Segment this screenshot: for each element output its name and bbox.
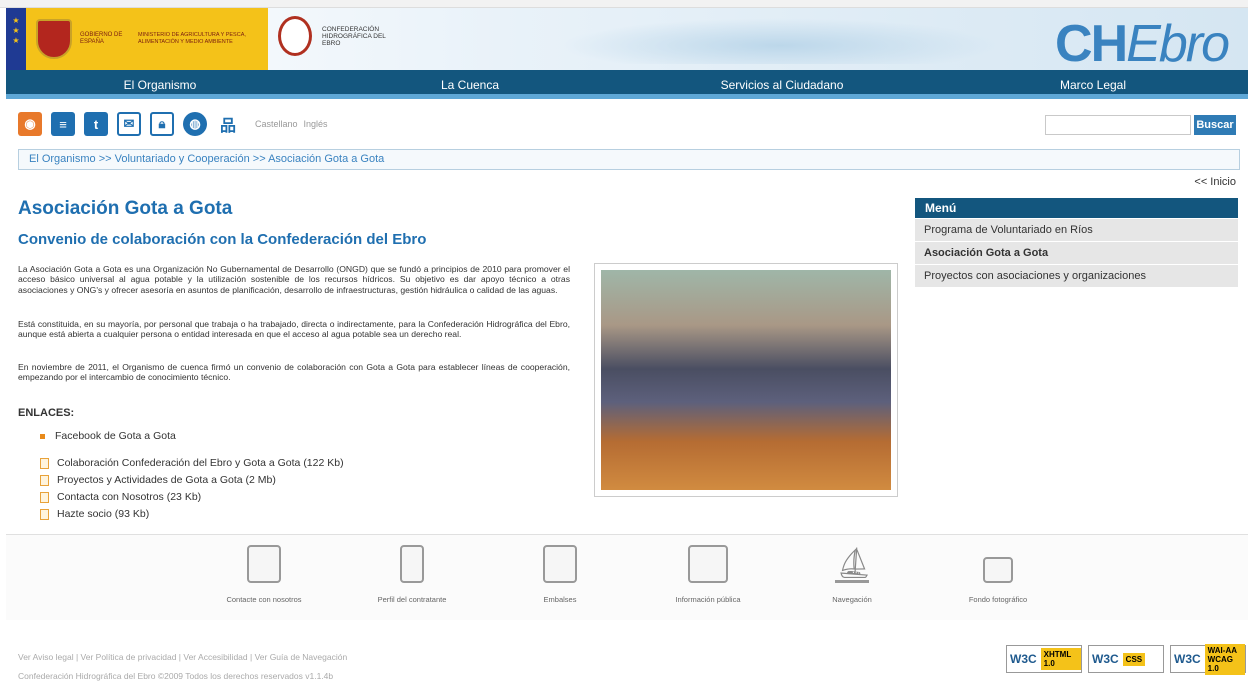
footer-profile[interactable]: Perfil del contratante — [372, 545, 452, 604]
page-subtitle: Convenio de colaboración con la Confeder… — [18, 231, 427, 248]
sailboat-icon: ⛵︎ — [835, 545, 873, 583]
menu-item-voluntariado[interactable]: Programa de Voluntariado en Ríos — [915, 218, 1238, 241]
children-photo — [601, 270, 891, 490]
facebook-link-label: Facebook de Gota a Gota — [55, 430, 176, 442]
facebook-link[interactable]: Facebook de Gota a Gota — [40, 430, 176, 442]
badge-label: CSS — [1122, 652, 1146, 666]
paragraph-3: En noviembre de 2011, el Organismo de cu… — [18, 362, 570, 383]
coat-of-arms-icon — [36, 19, 72, 59]
menu-item-proyectos[interactable]: Proyectos con asociaciones y organizacio… — [915, 264, 1238, 287]
side-menu: Menú Programa de Voluntariado en Ríos As… — [915, 198, 1238, 287]
footer-label: Navegación — [832, 595, 872, 604]
links-heading: ENLACES: — [18, 407, 75, 419]
footer-navegacion[interactable]: ⛵︎ Navegación — [812, 545, 892, 604]
main-nav: El Organismo La Cuenca Servicios al Ciud… — [6, 70, 1248, 99]
copyright: Confederación Hidrográfica del Ebro ©200… — [18, 671, 334, 681]
twitter-icon[interactable]: t — [84, 112, 108, 136]
water-banner-image — [560, 18, 1000, 64]
camera-icon — [983, 557, 1013, 583]
lang-ingles[interactable]: Inglés — [304, 119, 328, 129]
footer-label: Contacte con nosotros — [226, 595, 302, 604]
che-logo[interactable]: CONFEDERACIÓN HIDROGRÁFICA DEL EBRO — [278, 16, 392, 56]
w3c-text: W3C — [1174, 652, 1201, 666]
eu-flag-icon: ★ ★ ★ — [6, 8, 26, 70]
wai-badge[interactable]: W3C WAI-AA WCAG 1.0 — [1170, 643, 1246, 675]
brand-suffix: Ebro — [1126, 15, 1230, 73]
utility-toolbar: ◉ ≡ t ✉ 🔒︎ ◍ 品 Castellano Inglés — [18, 112, 328, 136]
doc-link[interactable]: Colaboración Confederación del Ebro y Go… — [40, 457, 344, 469]
brand-logo[interactable]: CHEbro — [1055, 15, 1230, 73]
search-input[interactable] — [1045, 115, 1191, 135]
paragraph-2: Está constituida, en su mayoría, por per… — [18, 319, 570, 340]
pdf-icon — [40, 491, 49, 503]
footer-label: Embalses — [543, 595, 577, 604]
che-emblem-icon — [278, 16, 312, 56]
sitemap-icon[interactable]: 品 — [216, 112, 240, 136]
pdf-icon — [40, 474, 49, 486]
paragraph-1: La Asociación Gota a Gota es una Organiz… — [18, 264, 570, 295]
legal-links[interactable]: Ver Aviso legal | Ver Política de privac… — [18, 652, 347, 662]
footer-label: Perfil del contratante — [377, 595, 447, 604]
brand-prefix: CH — [1055, 15, 1128, 73]
breadcrumb[interactable]: El Organismo >> Voluntariado y Cooperaci… — [18, 149, 1240, 170]
government-logo[interactable]: ★ ★ ★ GOBIERNO DE ESPAÑA MINISTERIO DE AGR… — [6, 8, 268, 70]
xhtml-badge[interactable]: W3C XHTML 1.0 — [1006, 645, 1082, 673]
menu-item-gota-a-gota[interactable]: Asociación Gota a Gota — [915, 241, 1238, 264]
w3c-text: W3C — [1092, 652, 1119, 666]
footer-contact[interactable]: Contacte con nosotros — [224, 545, 304, 604]
profile-icon — [400, 545, 424, 583]
footer-fondo-fotografico[interactable]: Fondo fotográfico — [958, 545, 1038, 604]
doc-link-label: Colaboración Confederación del Ebro y Go… — [57, 457, 344, 469]
doc-link-label: Hazte socio (93 Kb) — [57, 508, 150, 520]
doc-link[interactable]: Contacta con Nosotros (23 Kb) — [40, 491, 201, 503]
che-text: CONFEDERACIÓN HIDROGRÁFICA DEL EBRO — [322, 25, 386, 47]
globe-icon[interactable]: ◍ — [183, 112, 207, 136]
badge-label: WAI-AA WCAG 1.0 — [1204, 643, 1245, 675]
nav-la-cuenca[interactable]: La Cuenca — [314, 70, 626, 94]
footer-icons: Contacte con nosotros Perfil del contrat… — [6, 534, 1248, 620]
footer-info-publica[interactable]: Información pública — [668, 545, 748, 604]
ministry-text: MINISTERIO DE AGRICULTURA Y PESCA, ALIME… — [138, 32, 246, 45]
lock-icon[interactable]: 🔒︎ — [150, 112, 174, 136]
w3c-text: W3C — [1010, 652, 1037, 666]
nav-el-organismo[interactable]: El Organismo — [6, 70, 314, 94]
page-title: Asociación Gota a Gota — [18, 198, 233, 219]
css-badge[interactable]: W3C CSS — [1088, 645, 1164, 673]
search-button[interactable]: Buscar — [1194, 115, 1236, 135]
menu-title: Menú — [915, 198, 1238, 218]
pdf-icon — [40, 457, 49, 469]
top-strip — [0, 0, 1248, 8]
bullet-icon — [40, 433, 45, 439]
badge-label: XHTML 1.0 — [1040, 648, 1081, 670]
gov-text: GOBIERNO DE ESPAÑA — [80, 32, 123, 45]
news-icon[interactable]: ≡ — [51, 112, 75, 136]
site-header: ★ ★ ★ GOBIERNO DE ESPAÑA MINISTERIO DE AGR… — [0, 8, 1248, 70]
pdf-icon — [40, 508, 49, 520]
nav-marco-legal[interactable]: Marco Legal — [938, 70, 1248, 94]
book-icon — [688, 545, 728, 583]
inicio-link[interactable]: << Inicio — [1194, 176, 1236, 188]
photo-frame — [594, 263, 898, 497]
mail-icon[interactable]: ✉ — [117, 112, 141, 136]
doc-link-label: Contacta con Nosotros (23 Kb) — [57, 491, 202, 503]
nav-servicios[interactable]: Servicios al Ciudadano — [626, 70, 938, 94]
rss-icon[interactable]: ◉ — [18, 112, 42, 136]
lang-castellano[interactable]: Castellano — [255, 119, 298, 129]
footer-embalses[interactable]: Embalses — [520, 545, 600, 604]
contact-icon — [247, 545, 281, 583]
doc-link-label: Proyectos y Actividades de Gota a Gota (… — [57, 474, 276, 486]
dam-icon — [543, 545, 577, 583]
doc-link[interactable]: Proyectos y Actividades de Gota a Gota (… — [40, 474, 276, 486]
footer-label: Fondo fotográfico — [968, 595, 1028, 604]
footer-label: Información pública — [675, 595, 741, 604]
doc-link[interactable]: Hazte socio (93 Kb) — [40, 508, 149, 520]
